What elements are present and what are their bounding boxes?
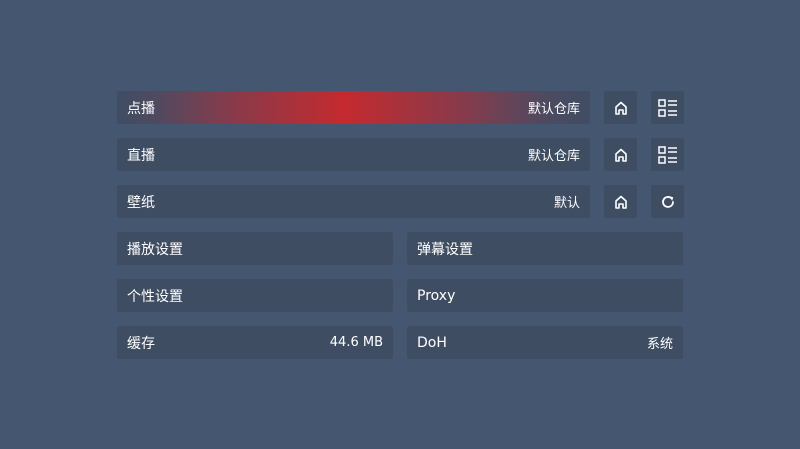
wallpaper-row[interactable]: 壁纸 默认 bbox=[117, 185, 590, 218]
vod-list-button[interactable] bbox=[651, 91, 684, 124]
doh-value: 系统 bbox=[646, 337, 673, 352]
cache-size-value: 44.6 MB bbox=[329, 335, 383, 350]
doh-row[interactable]: DoH 系统 bbox=[407, 326, 683, 359]
wallpaper-refresh-button[interactable] bbox=[651, 185, 684, 218]
cache-row[interactable]: 缓存 44.6 MB bbox=[117, 326, 393, 359]
player-settings-label: 播放设置 bbox=[127, 241, 183, 258]
personal-settings-row[interactable]: 个性设置 bbox=[117, 279, 393, 312]
vod-home-button[interactable] bbox=[604, 91, 637, 124]
vod-source-row[interactable]: 点播 默认仓库 bbox=[117, 91, 590, 124]
personal-settings-label: 个性设置 bbox=[127, 288, 183, 305]
wallpaper-label: 壁纸 bbox=[127, 194, 155, 211]
live-source-row[interactable]: 直播 默认仓库 bbox=[117, 138, 590, 171]
cache-label: 缓存 bbox=[127, 335, 155, 352]
list-icon bbox=[657, 98, 677, 117]
list-icon bbox=[657, 145, 677, 164]
proxy-row[interactable]: Proxy bbox=[407, 279, 683, 312]
proxy-label: Proxy bbox=[417, 287, 456, 304]
wallpaper-value: 默认 bbox=[553, 196, 580, 211]
wallpaper-home-button[interactable] bbox=[604, 185, 637, 218]
danmaku-settings-row[interactable]: 弹幕设置 bbox=[407, 232, 683, 265]
doh-label: DoH bbox=[417, 334, 447, 351]
refresh-icon bbox=[661, 195, 674, 208]
home-icon bbox=[614, 195, 627, 209]
live-list-button[interactable] bbox=[651, 138, 684, 171]
live-home-button[interactable] bbox=[604, 138, 637, 171]
home-icon bbox=[614, 148, 627, 162]
player-settings-row[interactable]: 播放设置 bbox=[117, 232, 393, 265]
danmaku-settings-label: 弹幕设置 bbox=[417, 241, 473, 258]
live-label: 直播 bbox=[127, 147, 155, 164]
live-value: 默认仓库 bbox=[527, 149, 580, 164]
vod-label: 点播 bbox=[127, 100, 155, 117]
vod-value: 默认仓库 bbox=[527, 102, 580, 117]
home-icon bbox=[614, 101, 627, 115]
